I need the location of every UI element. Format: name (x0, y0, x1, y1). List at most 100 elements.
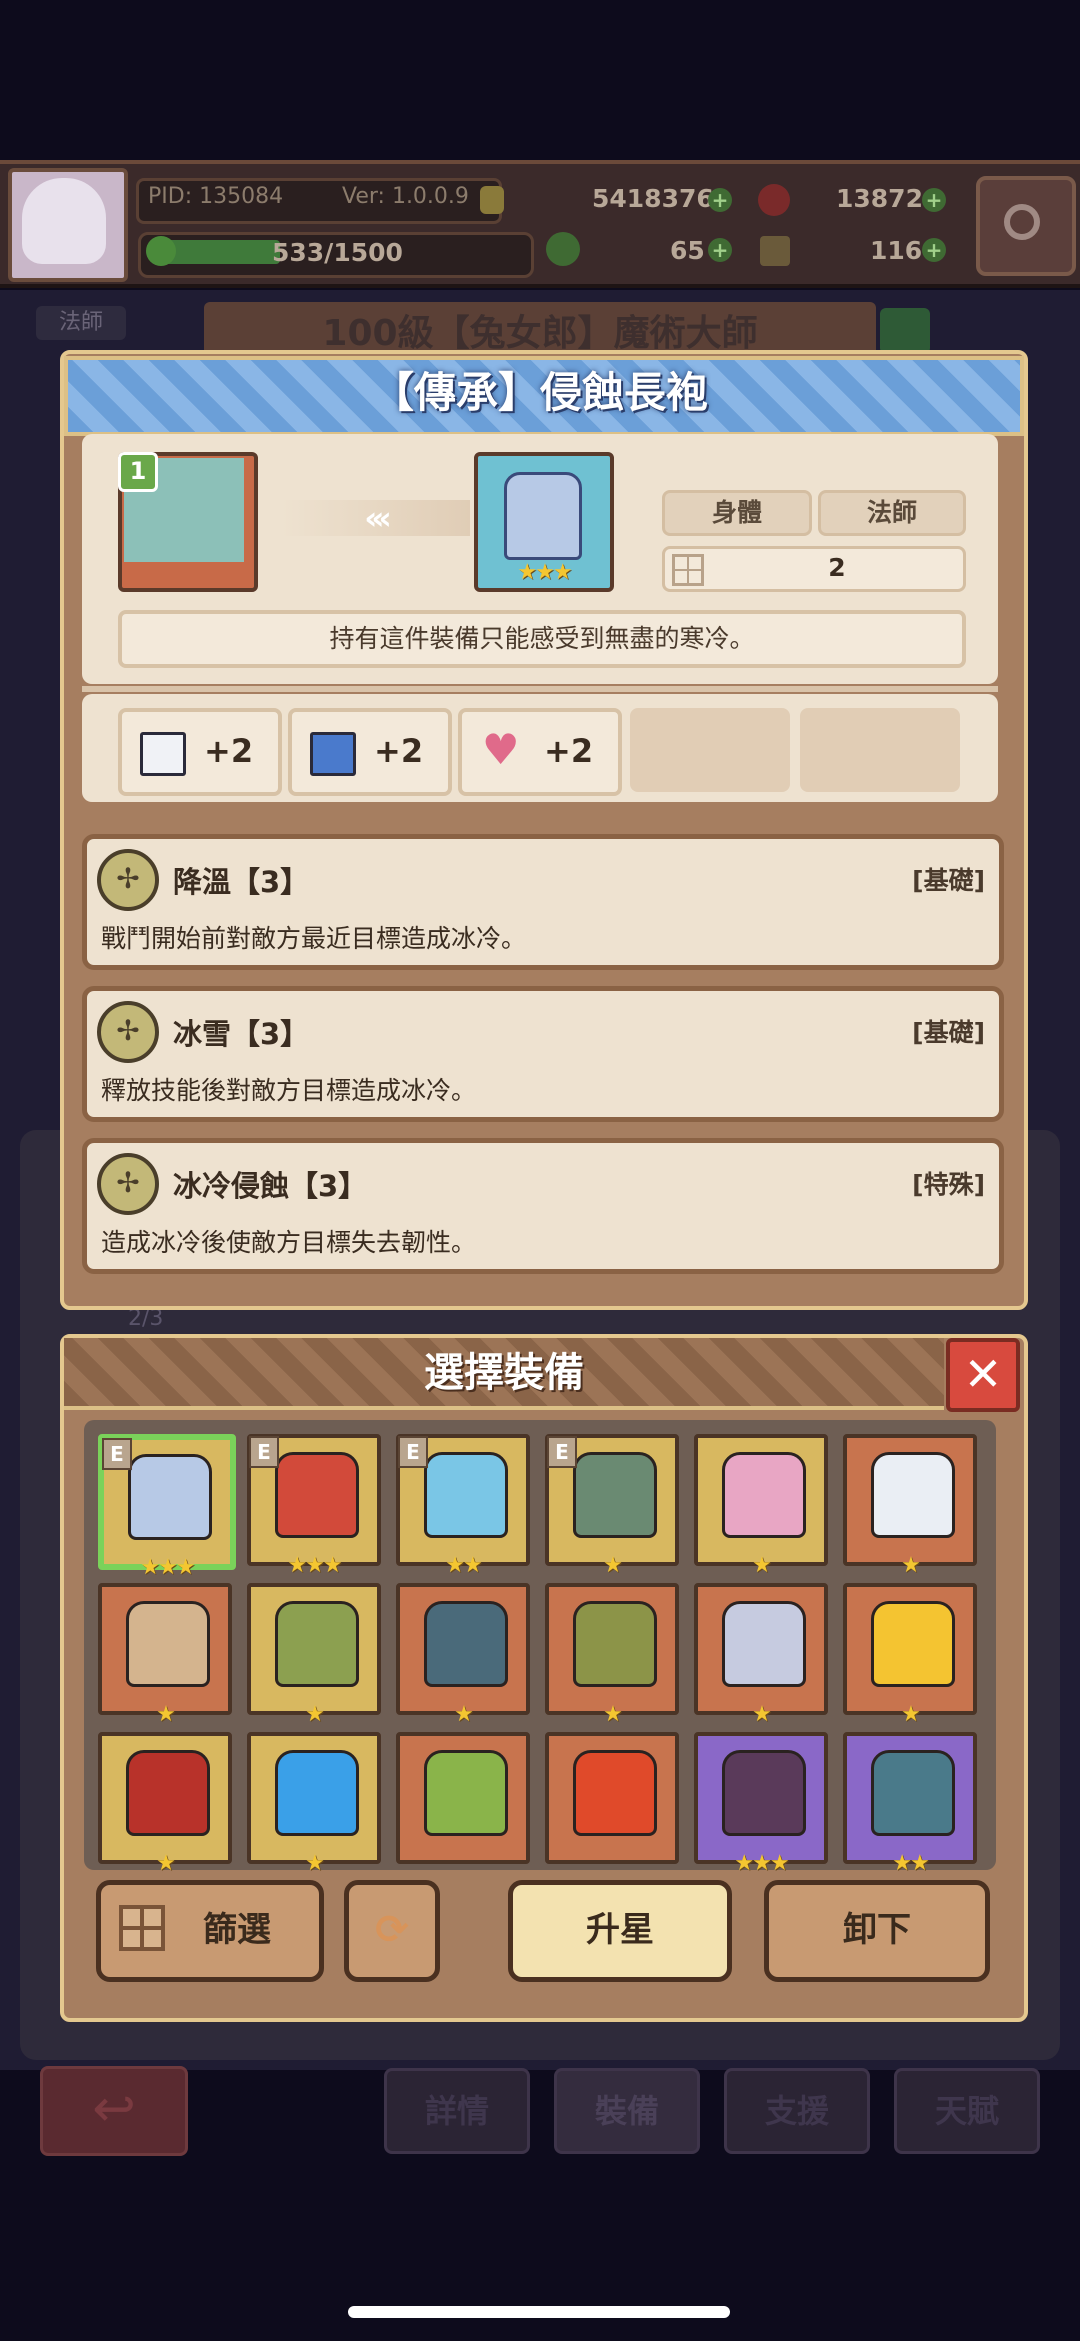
tab-equipment[interactable]: 裝備 (554, 2068, 700, 2154)
armor-icon (573, 1750, 657, 1836)
skill-desc: 釋放技能後對敵方目標造成冰冷。 (101, 1076, 477, 1105)
class-tag: 法師 (818, 490, 966, 536)
equipment-slot[interactable]: ★ (694, 1583, 828, 1727)
filter-button[interactable]: 篩選 (96, 1880, 324, 1982)
stat-hp-value: +2 (544, 732, 594, 770)
skill-name: 冰冷侵蝕【3】 (173, 1169, 368, 1203)
gold-amount: 5418376 (592, 184, 714, 213)
equipment-slot[interactable]: ★ (694, 1434, 828, 1578)
armor-icon (871, 1601, 955, 1687)
item-stars: ★★★ (517, 560, 572, 585)
back-button[interactable]: ↩ (40, 2066, 188, 2156)
armor-icon (424, 1452, 508, 1538)
equipment-slot[interactable]: E ★ (545, 1434, 679, 1578)
equipment-stars: ★ (603, 1553, 623, 1578)
stat-empty-slot (630, 708, 790, 792)
equipped-badge: E (102, 1438, 132, 1470)
armor-icon (722, 1452, 806, 1538)
stamina-value: 533/1500 (272, 238, 403, 267)
tab-details[interactable]: 詳情 (384, 2068, 530, 2154)
add-clover-button[interactable]: + (708, 238, 732, 262)
equipment-slot[interactable]: ★ (843, 1583, 977, 1727)
armor-icon (275, 1601, 359, 1687)
equipment-slot[interactable]: ★★ (843, 1732, 977, 1876)
equipment-stars: ★ (901, 1702, 921, 1727)
equipment-stars: ★ (752, 1702, 772, 1727)
key-icon (760, 236, 790, 266)
clover-amount: 65 (670, 236, 705, 265)
ornament-divider (82, 686, 998, 692)
leaf-icon (146, 236, 176, 266)
armor-icon (722, 1601, 806, 1687)
armor-icon (275, 1452, 359, 1538)
equipment-slot[interactable]: E ★★★ (98, 1434, 236, 1580)
skill-card: ✢ 降溫【3】 [基礎] 戰鬥開始前對敵方最近目標造成冰冷。 (82, 834, 1004, 970)
equipment-slot[interactable]: E ★★ (396, 1434, 530, 1578)
coin-icon (480, 186, 504, 214)
armor-icon (275, 1750, 359, 1836)
close-button[interactable]: ✕ (946, 1338, 1020, 1412)
skill-clover-icon: ✢ (97, 1153, 159, 1215)
tab-talent[interactable]: 天賦 (894, 2068, 1040, 2154)
filter-icon (119, 1905, 165, 1951)
filter-label: 篩選 (203, 1910, 271, 1950)
equipment-slot[interactable] (396, 1732, 530, 1864)
avatar-hair (22, 178, 106, 264)
equipment-stars: ★ (156, 1851, 176, 1876)
equipment-slot[interactable]: ★ (247, 1583, 381, 1727)
equipment-slot[interactable]: ★ (247, 1732, 381, 1876)
equipment-slot[interactable] (545, 1732, 679, 1864)
equipment-slot[interactable]: E ★★★ (247, 1434, 381, 1578)
add-key-button[interactable]: + (922, 238, 946, 262)
reset-button[interactable]: ⟳ (344, 1880, 440, 1982)
tab-support[interactable]: 支援 (724, 2068, 870, 2154)
equipped-badge: E (547, 1436, 577, 1468)
select-title: 選擇裝備 (424, 1350, 584, 1396)
unequip-button[interactable]: 卸下 (764, 1880, 990, 1982)
version-label: Ver: 1.0.0.9 (342, 184, 469, 209)
hero-level-badge: 1 (118, 452, 158, 492)
armor-icon (573, 1452, 657, 1538)
equipment-slot[interactable]: ★ (843, 1434, 977, 1578)
stat-hp: ♥ +2 (458, 708, 622, 796)
skill-clover-icon: ✢ (97, 849, 159, 911)
equipment-stars: ★★ (445, 1553, 482, 1578)
add-gold-button[interactable]: + (708, 188, 732, 212)
armor-icon (128, 1454, 212, 1540)
skill-type: [特殊] (912, 1170, 985, 1199)
equipment-slot[interactable]: ★ (396, 1583, 530, 1727)
heart-icon: ♥ (482, 725, 520, 774)
skill-desc: 造成冰冷後使敵方目標失去韌性。 (101, 1228, 477, 1257)
equipment-slot[interactable]: ★ (545, 1583, 679, 1727)
transfer-arrows-icon: ‹‹‹ (280, 500, 470, 536)
item-title: 【傳承】侵蝕長袍 (371, 368, 708, 417)
stat-speed: +2 (288, 708, 452, 796)
skill-card: ✢ 冰雪【3】 [基礎] 釋放技能後對敵方目標造成冰冷。 (82, 986, 1004, 1122)
equipment-slot[interactable]: ★★★ (694, 1732, 828, 1876)
equipment-slot[interactable]: ★ (98, 1732, 232, 1876)
gem-amount: 13872 (836, 184, 923, 213)
skill-type: [基礎] (912, 866, 985, 895)
add-gem-button[interactable]: + (922, 188, 946, 212)
grid-icon (672, 554, 704, 586)
stat-speed-value: +2 (374, 732, 424, 770)
equipment-stars: ★★★ (734, 1851, 789, 1876)
equipment-stars: ★★★ (140, 1555, 195, 1580)
armor-icon (126, 1601, 210, 1687)
equipment-slot[interactable]: ★ (98, 1583, 232, 1727)
pid-label: PID: 135084 (148, 184, 284, 209)
gem-icon (758, 184, 790, 216)
equipment-stars: ★ (156, 1702, 176, 1727)
skill-name: 降溫【3】 (173, 865, 310, 899)
skill-desc: 戰鬥開始前對敵方最近目標造成冰冷。 (101, 924, 527, 953)
settings-gear-icon[interactable] (976, 176, 1076, 276)
skill-card: ✢ 冰冷侵蝕【3】 [特殊] 造成冰冷後使敵方目標失去韌性。 (82, 1138, 1004, 1274)
skill-name: 冰雪【3】 (173, 1017, 310, 1051)
help-icon[interactable] (880, 308, 930, 354)
equipment-stars: ★ (305, 1851, 325, 1876)
equipment-stars: ★ (454, 1702, 474, 1727)
home-indicator[interactable] (348, 2306, 730, 2318)
stat-int-value: +2 (204, 732, 254, 770)
upgrade-star-button[interactable]: 升星 (508, 1880, 732, 1982)
armor-icon (871, 1750, 955, 1836)
